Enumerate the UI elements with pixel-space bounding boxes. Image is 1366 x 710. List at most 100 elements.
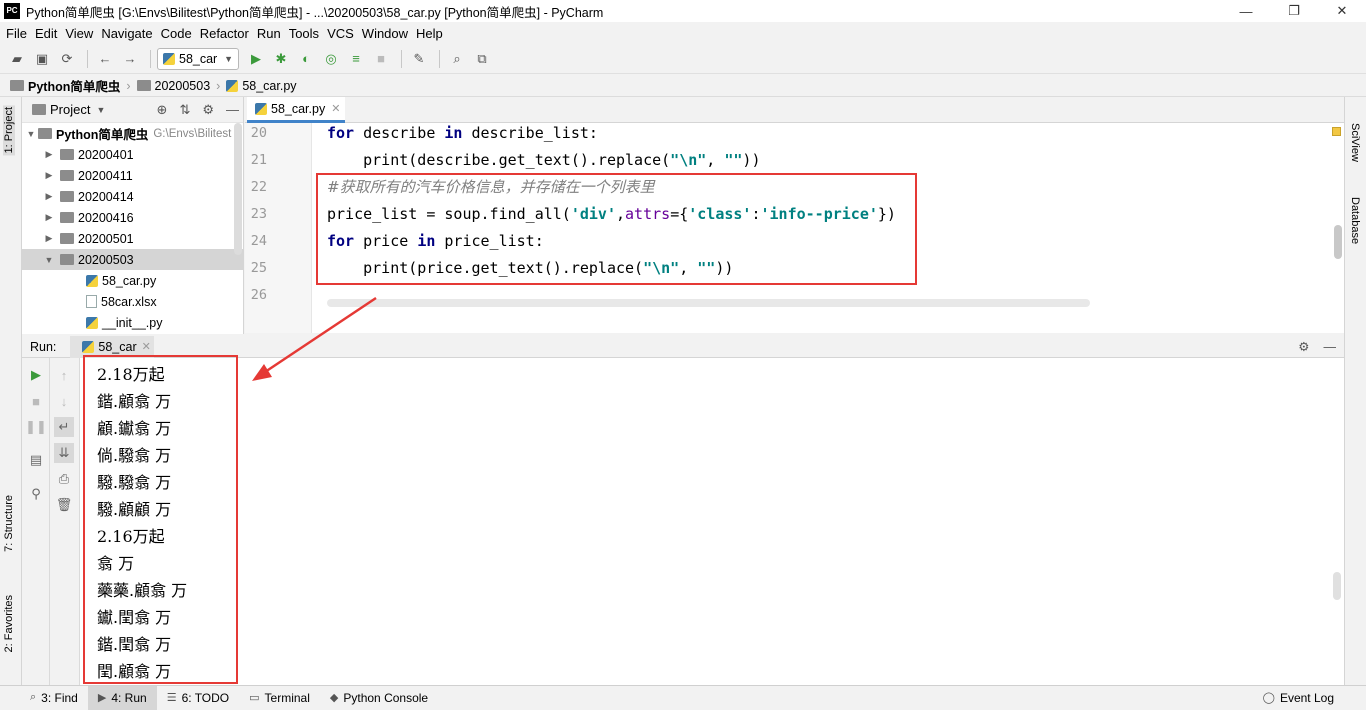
sync-icon[interactable]: ⟳ bbox=[56, 48, 78, 70]
tree-root-name: Python简单爬虫 bbox=[56, 128, 149, 142]
tree-file[interactable]: __init__.py bbox=[22, 312, 243, 333]
forward-icon[interactable]: → bbox=[119, 48, 141, 70]
pause-icon[interactable]: ❚❚ bbox=[25, 417, 47, 437]
menu-run[interactable]: Run bbox=[253, 26, 285, 41]
tool-tab-structure[interactable]: 7: Structure bbox=[3, 495, 15, 552]
stop-icon[interactable]: ■ bbox=[26, 391, 46, 411]
close-button[interactable]: ✕ bbox=[1318, 0, 1366, 22]
tree-file[interactable]: 58car.xlsx bbox=[22, 291, 243, 312]
soft-wrap-icon[interactable]: ↵ bbox=[54, 417, 74, 437]
run-icon[interactable]: ▶ bbox=[245, 48, 267, 70]
tool-python-console[interactable]: ◆ Python Console bbox=[320, 686, 438, 710]
tree-root[interactable]: ▼ Python简单爬虫 G:\Envs\Bilitest bbox=[22, 123, 243, 144]
editor-horizontal-scrollbar[interactable] bbox=[327, 299, 1090, 307]
hide-icon[interactable]: — bbox=[226, 102, 239, 117]
code-text: , bbox=[706, 151, 725, 169]
console-scrollbar[interactable] bbox=[1333, 572, 1341, 600]
arrow-up-icon[interactable]: ↑ bbox=[54, 365, 74, 385]
tool-tab-sciview[interactable]: SciView bbox=[1349, 123, 1361, 162]
back-icon[interactable]: ← bbox=[94, 48, 116, 70]
menu-navigate[interactable]: Navigate bbox=[97, 26, 156, 41]
tree-folder[interactable]: ▶ 20200416 bbox=[22, 207, 243, 228]
locate-icon[interactable]: ⊕ bbox=[157, 102, 168, 118]
tool-terminal-label: Terminal bbox=[264, 690, 310, 705]
coverage-icon[interactable]: ◐ bbox=[295, 48, 317, 70]
project-view-select[interactable]: Project bbox=[50, 102, 90, 117]
trash-icon[interactable]: 🗑 bbox=[54, 495, 74, 515]
rerun-icon[interactable]: ▶ bbox=[26, 365, 46, 385]
pin-icon[interactable]: ⚲ bbox=[26, 484, 46, 504]
collapse-icon[interactable]: ⇅ bbox=[179, 102, 190, 118]
run-config-select[interactable]: 58_car ▼ bbox=[157, 47, 239, 70]
chevron-down-icon[interactable]: ▼ bbox=[24, 129, 38, 139]
tree-file[interactable]: 58_car.py bbox=[22, 270, 243, 291]
menu-file[interactable]: File bbox=[2, 26, 31, 41]
chevron-right-icon[interactable]: ▶ bbox=[42, 191, 56, 202]
tree-folder[interactable]: ▶ 20200401 bbox=[22, 144, 243, 165]
maximize-button[interactable]: ❐ bbox=[1270, 0, 1318, 22]
tool-todo[interactable]: ☰ 6: TODO bbox=[157, 686, 239, 710]
breadcrumb-file[interactable]: 58_car.py bbox=[242, 79, 296, 93]
breadcrumb-folder[interactable]: 20200503 bbox=[155, 79, 211, 93]
toolbar: ▰ ▣ ⟳ ← → 58_car ▼ ▶ ✱ ◐ ◎ ≡ ■ ✎ ⌕ ⧉ bbox=[0, 44, 1366, 74]
settings-wrench-icon[interactable]: ✎ bbox=[408, 48, 430, 70]
open-folder-icon[interactable]: ▰ bbox=[6, 48, 28, 70]
close-icon[interactable]: ✕ bbox=[331, 102, 340, 115]
search-icon[interactable]: ⌕ bbox=[446, 48, 468, 70]
tool-find[interactable]: ⌕ 3: Find bbox=[0, 686, 88, 710]
tool-terminal[interactable]: ▭ Terminal bbox=[239, 686, 320, 710]
hide-icon[interactable]: — bbox=[1324, 340, 1337, 354]
terminal-icon: ▭ bbox=[249, 692, 260, 704]
tool-run[interactable]: ▶ 4: Run bbox=[87, 685, 157, 710]
left-tool-strip: 1: Project 7: Structure 2: Favorites bbox=[0, 97, 22, 685]
tool-tab-database[interactable]: Database bbox=[1349, 197, 1361, 244]
inspection-warning-icon[interactable] bbox=[1332, 127, 1341, 136]
tree-root-path: G:\Envs\Bilitest bbox=[153, 127, 232, 140]
stop-icon[interactable]: ■ bbox=[370, 48, 392, 70]
tool-tab-favorites[interactable]: 2: Favorites bbox=[3, 595, 15, 652]
debug-icon[interactable]: ✱ bbox=[270, 48, 292, 70]
menu-vcs[interactable]: VCS bbox=[323, 26, 358, 41]
chevron-right-icon[interactable]: ▶ bbox=[42, 212, 56, 223]
vcs-icon[interactable]: ⧉ bbox=[471, 48, 493, 70]
chevron-down-icon[interactable]: ▼ bbox=[42, 255, 56, 265]
tool-tab-project[interactable]: 1: Project bbox=[3, 105, 15, 156]
close-icon[interactable]: ✕ bbox=[142, 340, 151, 353]
profile-icon[interactable]: ◎ bbox=[320, 48, 342, 70]
arrow-down-icon[interactable]: ↓ bbox=[54, 391, 74, 411]
chevron-right-icon[interactable]: ▶ bbox=[42, 170, 56, 181]
gear-icon[interactable]: ⚙ bbox=[202, 102, 214, 118]
spreadsheet-file-icon bbox=[86, 295, 97, 308]
gear-icon[interactable]: ⚙ bbox=[1298, 339, 1309, 354]
tree-folder[interactable]: ▶ 20200501 bbox=[22, 228, 243, 249]
python-file-icon bbox=[86, 274, 98, 287]
menu-window[interactable]: Window bbox=[358, 26, 412, 41]
project-scrollbar[interactable] bbox=[234, 123, 242, 255]
menu-edit[interactable]: Edit bbox=[31, 26, 61, 41]
menu-code[interactable]: Code bbox=[157, 26, 196, 41]
editor-vertical-scrollbar[interactable] bbox=[1334, 225, 1342, 259]
minimize-button[interactable]: — bbox=[1222, 0, 1270, 22]
run-toolbar-primary: ▶ ■ ❚❚ ▤ ⚲ bbox=[22, 358, 50, 685]
python-file-icon bbox=[226, 79, 239, 92]
tree-folder[interactable]: ▶ 20200414 bbox=[22, 186, 243, 207]
run-console[interactable]: 2.18万起 鍇.顧翕 万 顧.钀翕 万 倘.驋翕 万 驋.驋翕 万 驋.顧顧 … bbox=[80, 358, 1344, 685]
print-icon[interactable]: ⎙ bbox=[54, 469, 74, 489]
menu-view[interactable]: View bbox=[61, 26, 97, 41]
chevron-down-icon[interactable]: ▼ bbox=[96, 105, 105, 115]
breadcrumb-project[interactable]: Python简单爬虫 bbox=[28, 76, 120, 95]
tree-folder[interactable]: ▶ 20200411 bbox=[22, 165, 243, 186]
python-file-icon bbox=[86, 316, 98, 329]
concurrency-icon[interactable]: ≡ bbox=[345, 48, 367, 70]
chevron-right-icon[interactable]: ▶ bbox=[42, 233, 56, 244]
menu-help[interactable]: Help bbox=[412, 26, 447, 41]
tool-event-log[interactable]: ◯ Event Log bbox=[1253, 686, 1366, 710]
menu-refactor[interactable]: Refactor bbox=[196, 26, 253, 41]
layout-icon[interactable]: ▤ bbox=[26, 450, 46, 470]
chevron-right-icon[interactable]: ▶ bbox=[42, 149, 56, 160]
save-icon[interactable]: ▣ bbox=[31, 48, 53, 70]
python-console-icon: ◆ bbox=[329, 692, 339, 704]
menu-tools[interactable]: Tools bbox=[285, 26, 323, 41]
scroll-to-end-icon[interactable]: ⇊ bbox=[54, 443, 74, 463]
tree-folder-selected[interactable]: ▼ 20200503 bbox=[22, 249, 243, 270]
